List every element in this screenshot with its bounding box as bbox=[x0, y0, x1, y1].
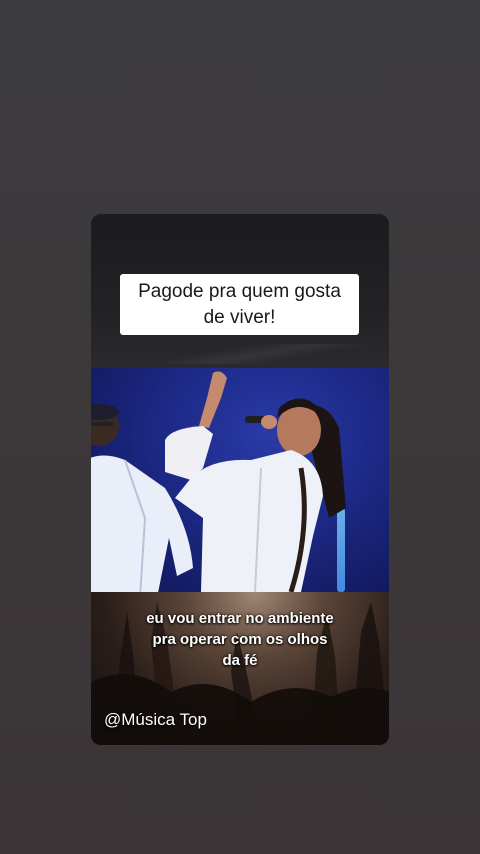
lyric-line: pra operar com os olhos bbox=[152, 631, 328, 648]
story-card[interactable]: Pagode pra quem gosta de viver! eu vou e… bbox=[91, 214, 389, 745]
title-text: Pagode pra quem gosta de viver! bbox=[138, 280, 341, 328]
lyric-line: eu vou entrar no ambiente bbox=[146, 610, 334, 627]
account-handle: @Música Top bbox=[104, 710, 207, 729]
singer-main-figure bbox=[165, 371, 346, 592]
lyrics-caption: eu vou entrar no ambiente pra operar com… bbox=[91, 608, 389, 671]
video-stage bbox=[91, 368, 389, 592]
title-caption: Pagode pra quem gosta de viver! bbox=[120, 274, 359, 335]
lyric-line: da fé bbox=[222, 652, 258, 669]
